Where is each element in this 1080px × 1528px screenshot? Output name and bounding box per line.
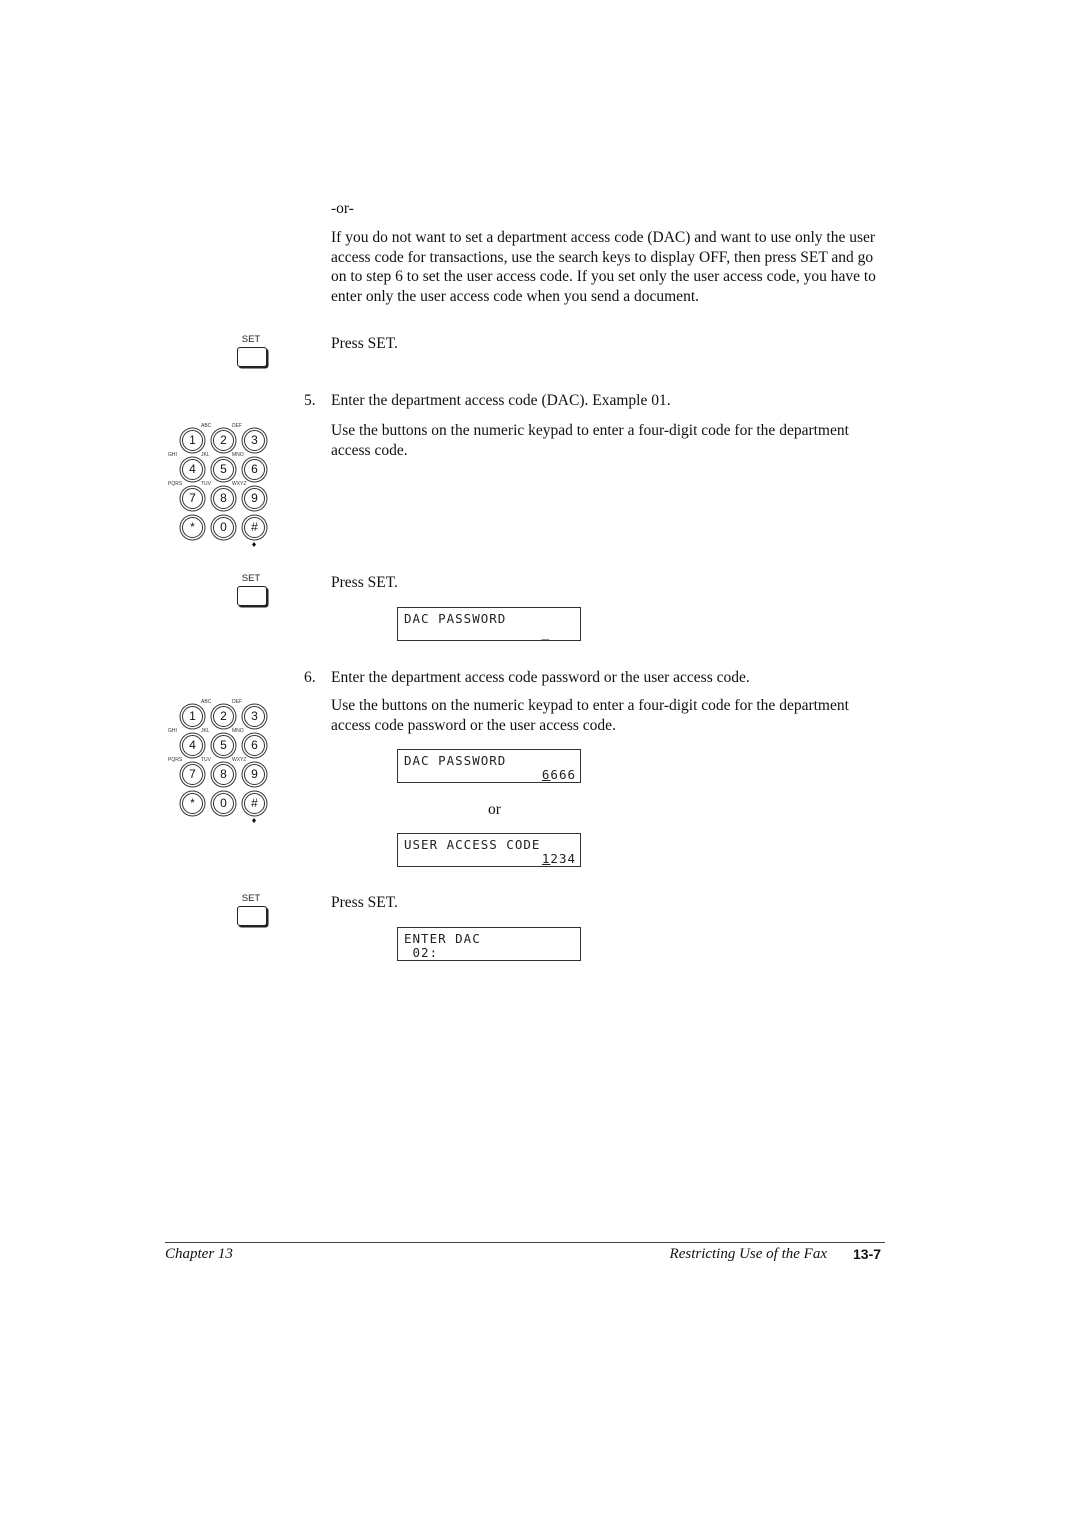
or-separator: -or- [331,200,354,217]
keypad-key-0: 0 [213,793,234,814]
lcd-digits: 234 [550,851,576,866]
set-key-label: SET [241,334,261,345]
keypad-key-star: * [182,793,203,814]
keypad-key-3: 3 [244,706,265,727]
footer-rule [165,1242,885,1243]
keypad-letters-2: ABC [201,423,212,429]
keypad-diamond-icon [252,542,256,547]
keypad-letters-4: GHI [168,452,177,458]
keypad-letters-3: DEF [232,699,242,705]
keypad-key-9: 9 [244,488,265,509]
keypad-key-7: 7 [182,488,203,509]
keypad-letters-2: ABC [201,699,212,705]
press-set-instruction: Press SET. [331,574,398,591]
lcd-display-dac-password-entered: DAC PASSWORD 6666 [397,749,581,783]
keypad-key-hash: # [244,793,265,814]
numeric-keypad-icon: 1 2 ABC 3 DEF 4 GHI 5 JKL 6 MNO 7 PQRS 8 TUV 9 WXYZ * 0 # [168,423,278,554]
lcd-display-enter-dac: ENTER DAC 02: [397,927,581,961]
keypad-letters-9: WXYZ [232,481,247,487]
keypad-key-9: 9 [244,764,265,785]
keypad-key-4: 4 [182,735,203,756]
keypad-key-4: 4 [182,459,203,480]
footer-page-number: 13-7 [853,1246,882,1262]
lcd-line-1: ENTER DAC [404,931,481,946]
footer-section-title: Restricting Use of the Fax [669,1246,827,1262]
set-key-shape [237,347,267,367]
keypad-letters-3: DEF [232,423,242,429]
keypad-letters-5: JKL [201,728,210,734]
keypad-key-star: * [182,517,203,538]
lcd-line-1: DAC PASSWORD [404,611,507,626]
set-key-label: SET [241,573,261,584]
keypad-letters-5: JKL [201,452,210,458]
keypad-letters-8: TUV [201,481,211,487]
set-key-shape [237,906,267,926]
set-key-label: SET [241,893,261,904]
keypad-key-6: 6 [244,735,265,756]
footer-chapter: Chapter 13 [165,1246,233,1262]
keypad-diamond-icon [252,818,256,823]
step-5-title: 5. Enter the department access code (DAC)… [304,391,894,411]
keypad-key-5: 5 [213,735,234,756]
keypad-key-2: 2 [213,706,234,727]
intro-paragraph: If you do not want to set a department a… [331,229,876,305]
keypad-key-0: 0 [213,517,234,538]
set-key-shape [237,586,267,606]
lcd-cursor: _ [541,625,550,640]
lcd-display-dac-password: DAC PASSWORD _ [397,607,581,641]
keypad-key-8: 8 [213,764,234,785]
keypad-key-3: 3 [244,430,265,451]
keypad-key-8: 8 [213,488,234,509]
lcd-line-2: 6666 [542,767,576,782]
keypad-key-2: 2 [213,430,234,451]
press-set-instruction: Press SET. [331,335,398,352]
step-6-number: 6. [304,669,316,686]
set-key-icon: SET [236,893,276,931]
keypad-letters-7: PQRS [168,481,183,487]
keypad-key-1: 1 [182,430,203,451]
keypad-key-6: 6 [244,459,265,480]
keypad-letters-8: TUV [201,757,211,763]
step-6-title-text: Enter the department access code passwor… [331,669,750,686]
step-5-title-text: Enter the department access code (DAC). … [331,392,671,409]
lcd-digits: 666 [550,767,576,782]
set-key-icon: SET [236,573,276,611]
step-6-title: 6. Enter the department access code passw… [304,668,894,688]
step-6-description: Use the buttons on the numeric keypad to… [331,697,849,734]
keypad-letters-6: MNO [232,728,244,734]
keypad-key-5: 5 [213,459,234,480]
press-set-instruction: Press SET. [331,894,398,911]
keypad-letters-9: WXYZ [232,757,247,763]
step-5-description: Use the buttons on the numeric keypad to… [331,422,849,459]
keypad-letters-6: MNO [232,452,244,458]
keypad-key-1: 1 [182,706,203,727]
lcd-line-1: DAC PASSWORD [404,753,507,768]
or-separator: or [488,801,501,818]
lcd-line-1: USER ACCESS CODE [404,837,541,852]
lcd-line-2: 02: [404,945,439,960]
keypad-key-7: 7 [182,764,203,785]
keypad-letters-4: GHI [168,728,177,734]
lcd-display-user-access-code: USER ACCESS CODE 1234 [397,833,581,867]
keypad-letters-7: PQRS [168,757,183,763]
set-key-icon: SET [236,334,276,372]
keypad-key-hash: # [244,517,265,538]
lcd-line-2: 1234 [542,851,576,866]
numeric-keypad-icon: 1 2 ABC 3 DEF 4 GHI 5 JKL 6 MNO 7 PQRS 8 TUV 9 WXYZ * 0 # [168,699,278,830]
step-5-number: 5. [304,392,316,409]
